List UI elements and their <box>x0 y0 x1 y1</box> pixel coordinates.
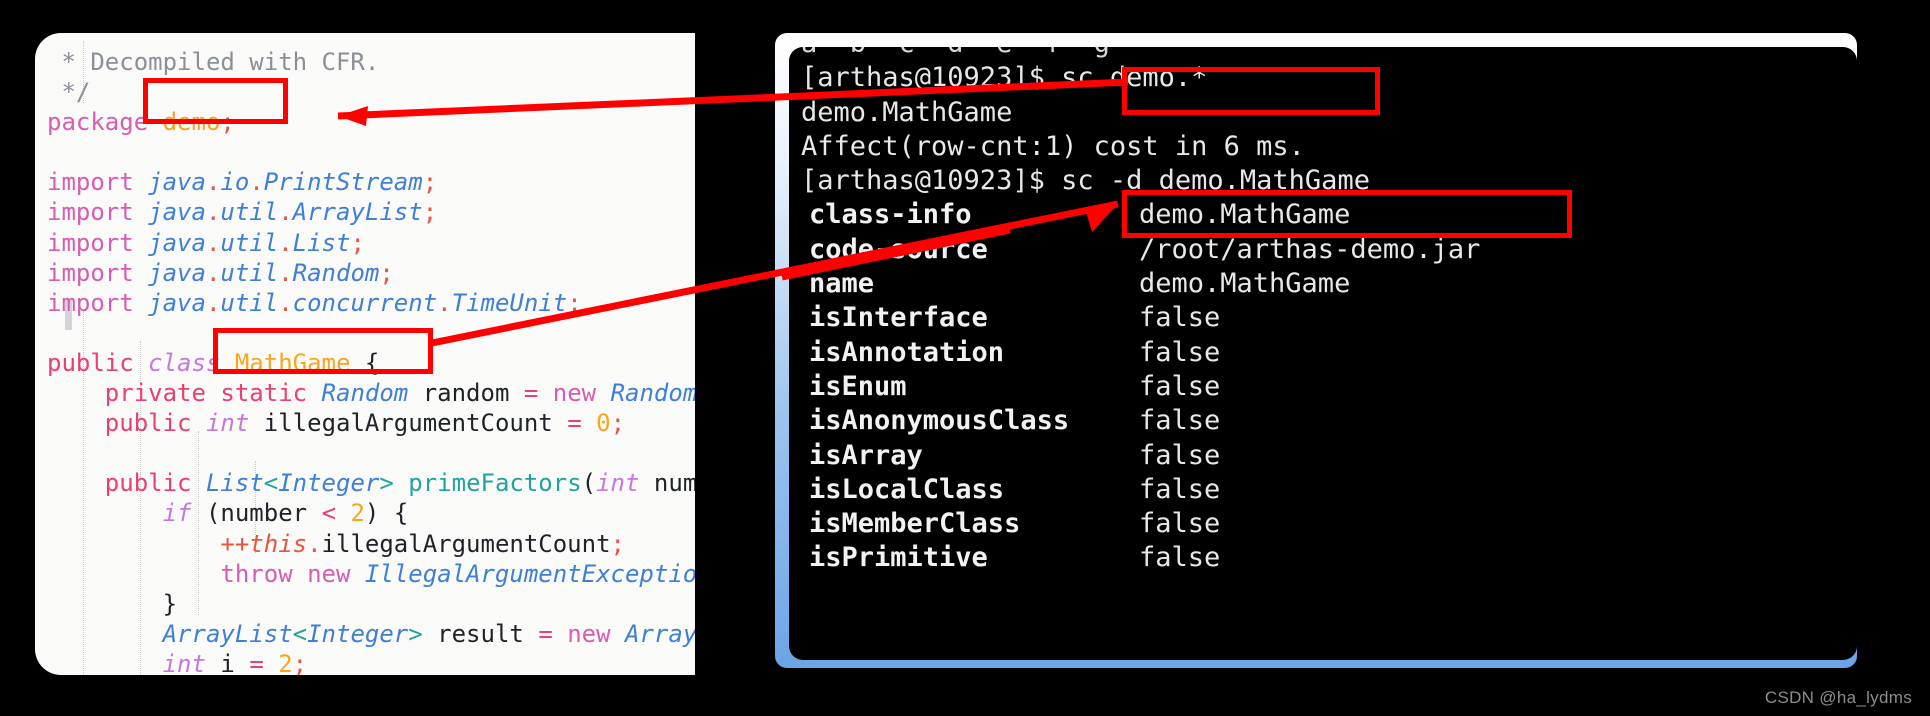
table-row: code-source/root/arthas-demo.jar <box>789 233 1857 267</box>
row-value: false <box>1139 473 1221 505</box>
code-line: * Decompiled with CFR. <box>47 48 380 76</box>
row-value: false <box>1139 336 1221 368</box>
code-line: import java.util.List; <box>47 228 365 257</box>
terminal-prompt: [arthas@10923]$ <box>801 62 1045 94</box>
code-line: public int illegalArgumentCount = 0; <box>104 409 626 438</box>
terminal-prompt: [arthas@10923]$ <box>801 165 1045 197</box>
terminal-prompt-line-2: [arthas@10923]$ sc -d demo.MathGame <box>789 164 1857 198</box>
code-line: */ <box>47 78 91 107</box>
code-line: throw new IllegalArgumentException("numb <box>220 559 695 588</box>
code-line: import java.util.concurrent.TimeUnit; <box>47 288 582 317</box>
terminal-output-line: demo.MathGame <box>801 96 1013 128</box>
code-line: ArrayList<Integer> result = new ArrayLis… <box>162 619 695 648</box>
table-row: isMemberClass false <box>789 507 1857 541</box>
watermark: CSDN @ha_lydms <box>1764 688 1912 707</box>
row-key: isPrimitive <box>809 542 988 574</box>
row-value: false <box>1139 405 1221 437</box>
code-line: private static Random random = new Rando… <box>104 379 695 408</box>
code-line: if (number < 2) { <box>162 499 409 528</box>
terminal-output-area[interactable]: a b c d e f g [arthas@10923]$ sc demo.* … <box>789 47 1857 660</box>
row-key: isEnum <box>809 370 907 402</box>
row-key: isMemberClass <box>809 508 1021 540</box>
code-line-class: public class MathGame { <box>47 348 380 377</box>
row-key: isInterface <box>809 302 988 334</box>
code-line: int i = 2; <box>162 649 308 675</box>
row-key: isAnonymousClass <box>809 405 1070 437</box>
table-row: isAnnotation false <box>789 336 1857 370</box>
row-key: isArray <box>809 439 923 471</box>
terminal-window-frame: a b c d e f g [arthas@10923]$ sc demo.* … <box>775 33 1857 668</box>
row-value: demo.MathGame <box>1139 268 1351 300</box>
table-row: isLocalClass false <box>789 473 1857 507</box>
code-line-package: package demo; <box>47 108 235 137</box>
code-scroll-area[interactable]: * Decompiled with CFR. */ package demo; … <box>35 33 695 675</box>
terminal-line-clipped: a b c d e f g <box>789 47 1857 61</box>
row-key: code-source <box>809 233 988 265</box>
code-line: import java.util.Random; <box>47 258 394 287</box>
terminal-command-sc-d: sc -d demo.MathGame <box>1044 165 1370 197</box>
table-row: name demo.MathGame <box>789 267 1857 301</box>
row-value: /root/arthas-demo.jar <box>1139 233 1481 265</box>
table-row: isPrimitive false <box>789 541 1857 575</box>
table-row: class-info demo.MathGame <box>789 198 1857 232</box>
code-line: } <box>162 589 178 618</box>
table-row: isEnum false <box>789 370 1857 404</box>
table-row: isAnonymousClass false <box>789 404 1857 438</box>
row-value: false <box>1139 439 1221 471</box>
terminal-prompt-line-1: [arthas@10923]$ sc demo.* <box>789 61 1857 95</box>
code-editor-panel[interactable]: * Decompiled with CFR. */ package demo; … <box>35 33 695 675</box>
code-line: public List<Integer> primeFactors(int nu… <box>104 469 695 498</box>
table-row: isInterface false <box>789 301 1857 335</box>
code-line: import java.util.ArrayList; <box>47 198 438 227</box>
row-key: isLocalClass <box>809 473 1005 505</box>
row-key: isAnnotation <box>809 336 1005 368</box>
code-line: ++this.illegalArgumentCount; <box>220 529 625 558</box>
row-value: demo.MathGame <box>1139 199 1351 231</box>
table-row: isArray false <box>789 439 1857 473</box>
terminal-output-line: Affect(row-cnt:1) cost in 6 ms. <box>801 130 1305 162</box>
row-key: name <box>809 268 875 300</box>
row-key: class-info <box>809 199 972 231</box>
row-value: false <box>1139 508 1221 540</box>
terminal-command-sc-demo: sc demo.* <box>1044 62 1208 94</box>
row-value: false <box>1139 542 1221 574</box>
row-value: false <box>1139 302 1221 334</box>
code-line: import java.io.PrintStream; <box>47 168 438 197</box>
row-value: false <box>1139 370 1221 402</box>
